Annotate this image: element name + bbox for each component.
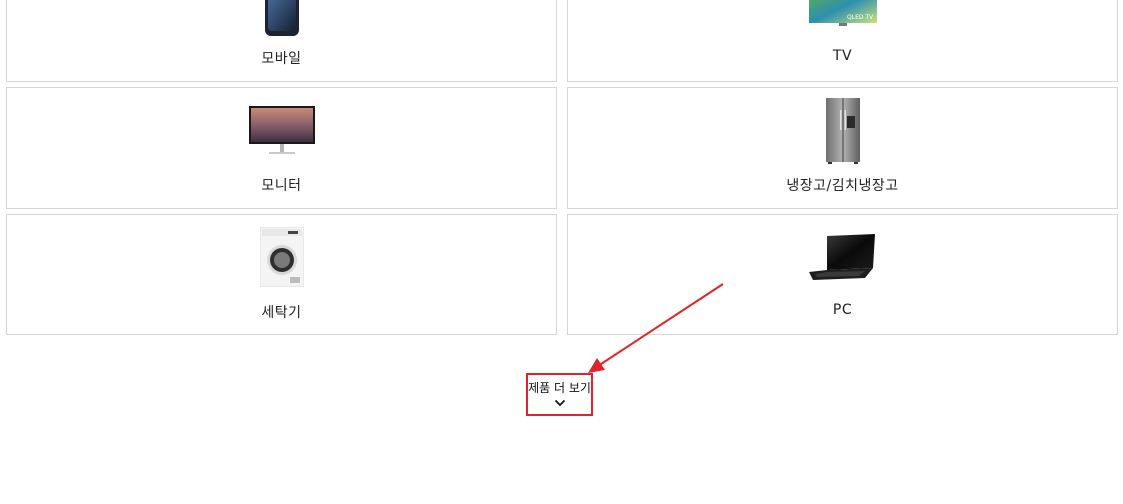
product-card-washer[interactable]: 세탁기 bbox=[6, 214, 557, 335]
product-label-tv: TV bbox=[832, 48, 853, 64]
chevron-down-icon bbox=[554, 399, 565, 407]
product-label-fridge: 냉장고/김치냉장고 bbox=[786, 178, 899, 194]
product-card-mobile[interactable]: 모바일 bbox=[6, 0, 557, 82]
laptop-icon bbox=[808, 234, 875, 280]
product-card-monitor[interactable]: 모니터 bbox=[6, 87, 557, 209]
washing-machine-icon bbox=[259, 227, 304, 287]
smartphone-icon bbox=[264, 0, 299, 36]
refrigerator-icon bbox=[825, 98, 860, 164]
tv-screen-badge: QLED TV bbox=[847, 14, 874, 21]
product-label-monitor: 모니터 bbox=[261, 178, 302, 194]
product-card-tv[interactable]: QLED TV TV bbox=[567, 0, 1118, 82]
product-category-page: 모바일 QLED TV TV 모니터 냉장고/김치냉장고 세탁기 PC 제품 더… bbox=[0, 0, 1123, 504]
product-label-mobile: 모바일 bbox=[261, 51, 302, 67]
more-products-button[interactable]: 제품 더 보기 bbox=[526, 373, 593, 416]
product-card-pc[interactable]: PC bbox=[567, 214, 1118, 335]
product-card-fridge[interactable]: 냉장고/김치냉장고 bbox=[567, 87, 1118, 209]
more-products-label: 제품 더 보기 bbox=[528, 381, 591, 395]
qled-tv-icon: QLED TV bbox=[808, 0, 877, 26]
product-label-pc: PC bbox=[832, 302, 853, 318]
product-label-washer: 세탁기 bbox=[261, 305, 302, 321]
monitor-icon bbox=[248, 106, 315, 154]
